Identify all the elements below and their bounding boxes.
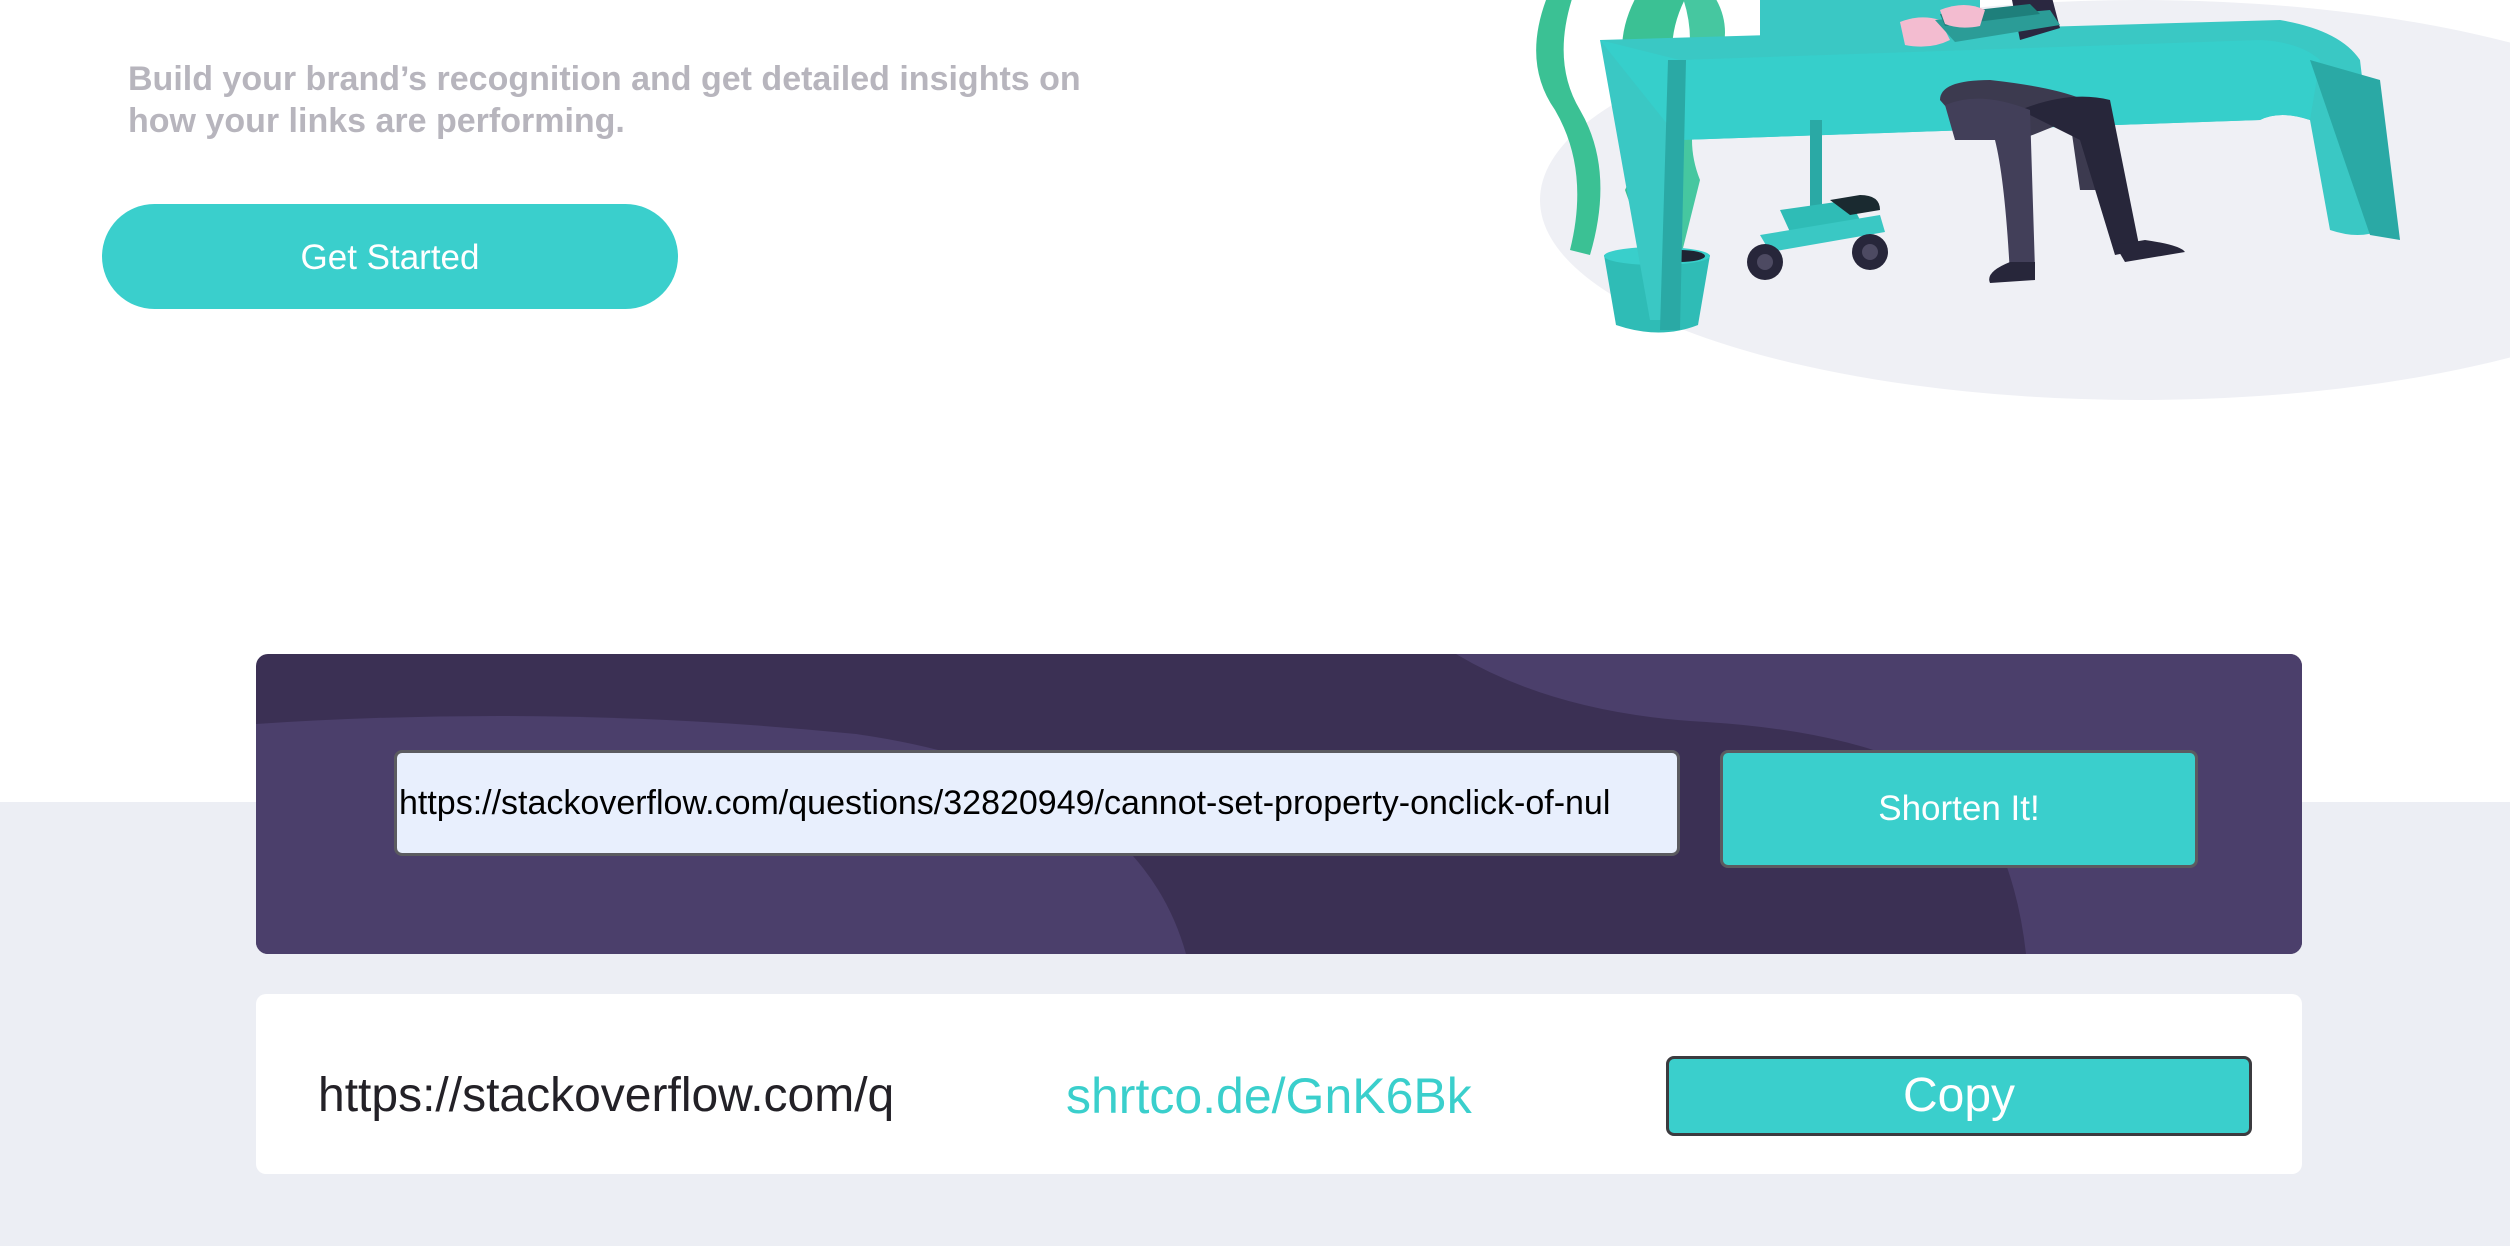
hero-description: Build your brand’s recognition and get d… [128, 58, 1128, 142]
original-url-text: https://stackoverflow.com/q [318, 1069, 895, 1122]
hero-description-line1: Build your brand’s recognition and get d… [128, 60, 1081, 98]
shorten-it-button[interactable]: Shorten It! [1720, 750, 2198, 868]
working-person-illustration [1536, 0, 2510, 400]
hero-description-line2: how your links are performing. [128, 102, 625, 140]
get-started-button[interactable]: Get Started [102, 204, 678, 309]
url-input[interactable] [394, 750, 1680, 856]
copy-button[interactable]: Copy [1666, 1056, 2252, 1136]
short-url-link[interactable]: shrtco.de/GnK6Bk [1066, 1066, 1472, 1126]
